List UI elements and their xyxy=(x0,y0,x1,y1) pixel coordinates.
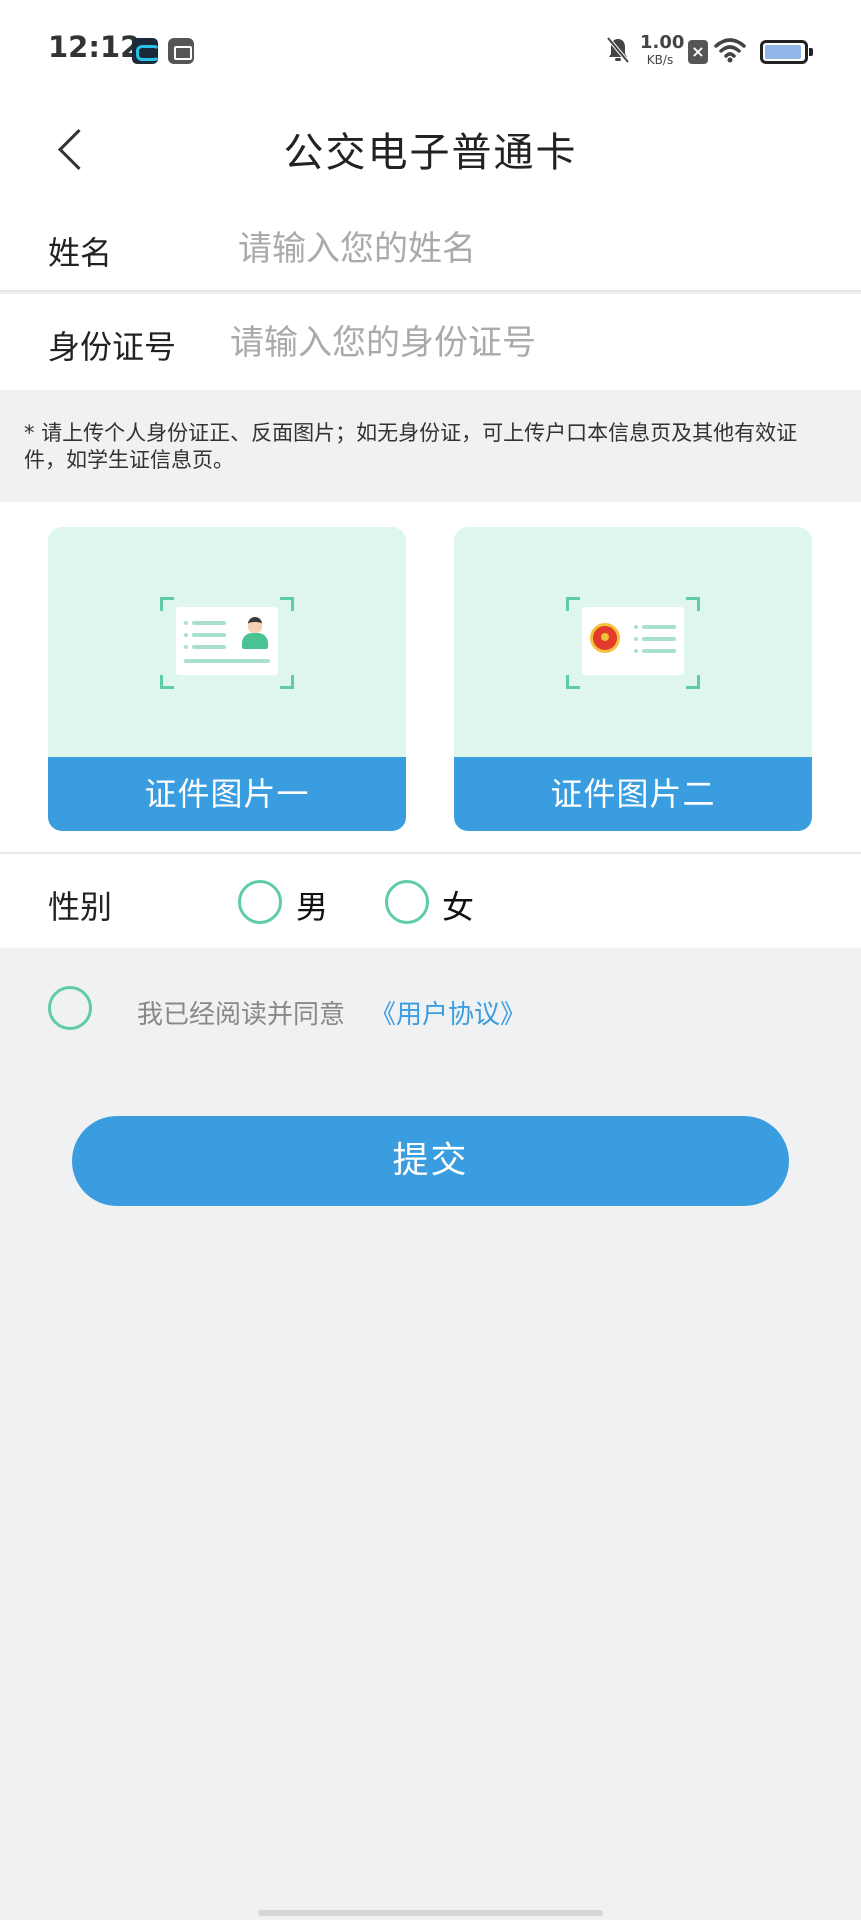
gender-male-label[interactable]: 男 xyxy=(296,882,328,928)
agreement-text: 我已经阅读并同意 xyxy=(137,1000,346,1030)
x-app-icon: × xyxy=(688,40,708,64)
submit-button[interactable]: 提交 xyxy=(72,1116,789,1206)
id-card-front-icon xyxy=(160,597,294,689)
gender-female-radio[interactable] xyxy=(385,880,429,924)
name-input[interactable] xyxy=(238,224,798,274)
agreement-checkbox[interactable] xyxy=(48,986,92,1030)
gender-female-label[interactable]: 女 xyxy=(442,882,474,928)
network-speed-value: 1.00 xyxy=(640,32,685,53)
wifi-icon xyxy=(714,38,746,63)
mute-bell-icon xyxy=(606,36,630,64)
upload-notice: * 请上传个人身份证正、反面图片；如无身份证，可上传户口本信息页及其他有效证件，… xyxy=(0,390,861,502)
upload-card-back-label: 证件图片二 xyxy=(454,757,812,831)
status-bar: 12:12 1.00 KB/s × xyxy=(0,0,861,100)
name-label: 姓名 xyxy=(48,234,113,272)
upload-card-back[interactable]: 证件图片二 xyxy=(454,527,812,831)
user-agreement-link[interactable]: 《用户协议》 xyxy=(370,994,526,1031)
upload-section: 证件图片一 证件图片二 xyxy=(0,502,861,852)
app-notification-icon xyxy=(168,38,194,64)
name-row: 姓名 xyxy=(0,210,861,292)
upload-card-front-label: 证件图片一 xyxy=(48,757,406,831)
network-speed-unit: KB/s xyxy=(646,53,674,67)
page-title: 公交电子普通卡 xyxy=(283,130,578,176)
network-speed: 1.00 KB/s xyxy=(640,32,685,67)
upload-card-front[interactable]: 证件图片一 xyxy=(48,527,406,831)
gender-row: 性别 男 女 xyxy=(0,852,861,948)
id-number-label: 身份证号 xyxy=(48,328,177,366)
app-header: 公交电子普通卡 xyxy=(0,100,861,210)
battery-icon xyxy=(760,40,813,64)
id-number-row: 身份证号 xyxy=(0,294,861,390)
gender-label: 性别 xyxy=(48,888,113,926)
id-number-input[interactable] xyxy=(230,318,810,368)
gender-male-radio[interactable] xyxy=(238,880,282,924)
id-card-back-icon xyxy=(566,597,700,689)
home-indicator[interactable] xyxy=(258,1910,603,1916)
app-notification-icon xyxy=(132,38,160,64)
status-time: 12:12 xyxy=(48,30,141,64)
